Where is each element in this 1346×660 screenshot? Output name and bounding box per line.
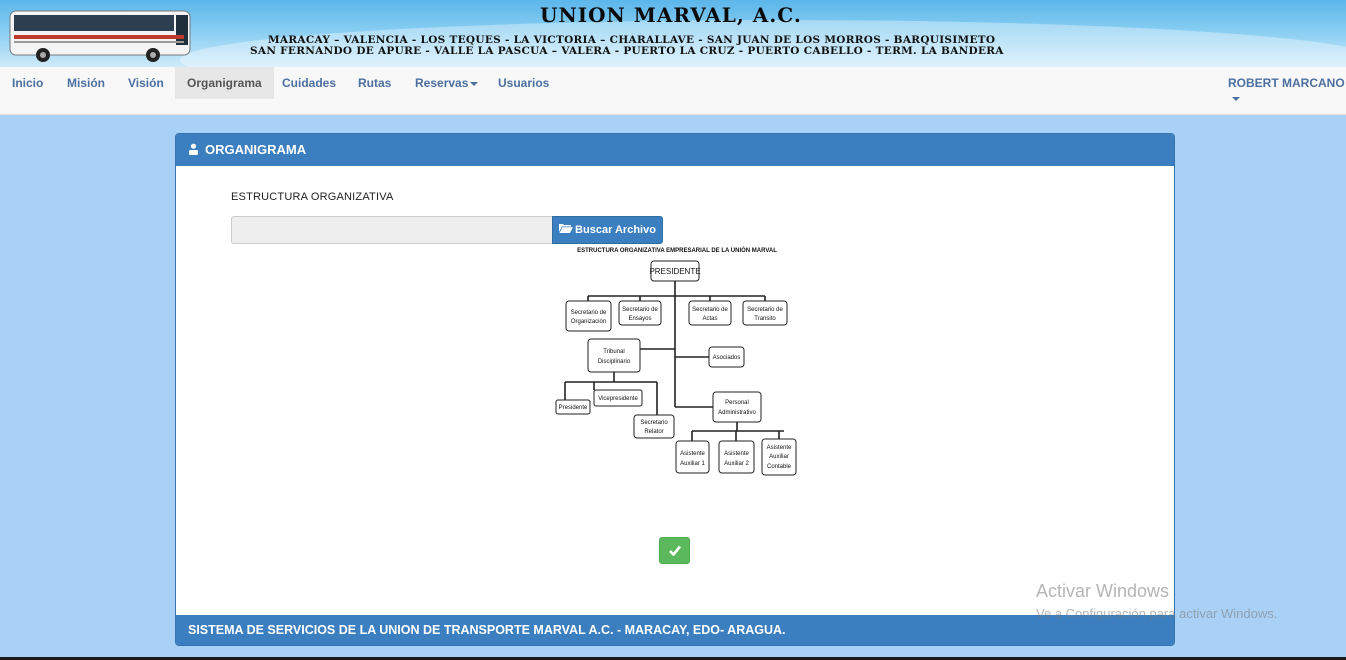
org-chart-image: ESTRUCTURA ORGANIZATIVA EMPRESARIAL DE L… bbox=[555, 246, 797, 476]
confirm-button[interactable] bbox=[659, 537, 690, 564]
browse-file-button[interactable]: Buscar Archivo bbox=[552, 216, 663, 244]
org-text: PRESIDENTE bbox=[649, 267, 700, 276]
caret-down-icon bbox=[470, 81, 479, 86]
org-text: Asociados bbox=[713, 355, 741, 361]
org-text: Presidente bbox=[559, 405, 588, 411]
org-text: Auxiliar 1 bbox=[680, 461, 705, 467]
org-text: Relator bbox=[644, 429, 663, 435]
banner-title: UNION MARVAL, A.C. bbox=[540, 3, 802, 27]
activation-watermark-title: Activar Windows bbox=[1036, 581, 1170, 601]
nav-cuidades[interactable]: Cuidades bbox=[270, 67, 348, 99]
organigrama-panel: ORGANIGRAMA ESTRUCTURA ORGANIZATIVA Busc… bbox=[175, 133, 1175, 646]
org-text: Secretario de bbox=[622, 307, 658, 313]
org-text: Secretario de bbox=[747, 307, 783, 313]
bus-logo bbox=[9, 10, 191, 62]
org-text: Secretario bbox=[640, 420, 668, 426]
nav-mision[interactable]: Misión bbox=[55, 67, 117, 99]
check-icon bbox=[669, 545, 681, 556]
org-text: Secretario de bbox=[692, 307, 728, 313]
nav-organigrama[interactable]: Organigrama bbox=[175, 67, 274, 99]
user-menu[interactable]: ROBERT MARCANO bbox=[1228, 67, 1345, 107]
section-label: ESTRUCTURA ORGANIZATIVA bbox=[231, 191, 394, 203]
header-banner: UNION MARVAL, A.C. MARACAY – VALENCIA - … bbox=[0, 0, 1346, 67]
activation-watermark-text: Ve a Configuración para activar Windows. bbox=[1036, 606, 1278, 621]
nav-reservas-label: Reservas bbox=[415, 76, 469, 90]
nav-usuarios[interactable]: Usuarios bbox=[486, 67, 561, 99]
org-box-secretario-organizacion bbox=[565, 300, 612, 332]
user-tie-icon bbox=[188, 135, 199, 167]
org-text: Auxiliar bbox=[769, 454, 789, 460]
org-text: Asistente bbox=[680, 451, 705, 457]
org-box-asistente-auxiliar-1 bbox=[675, 440, 710, 474]
browse-file-label: Buscar Archivo bbox=[575, 224, 656, 236]
org-box-asistente-auxiliar-2 bbox=[718, 440, 755, 474]
org-text: Transito bbox=[754, 316, 776, 322]
user-name: ROBERT MARCANO bbox=[1228, 76, 1345, 90]
org-text: Ensayos bbox=[628, 316, 651, 322]
panel-footer: SISTEMA DE SERVICIOS DE LA UNION DE TRAN… bbox=[176, 615, 1174, 645]
nav-reservas[interactable]: Reservas bbox=[403, 67, 490, 99]
org-text: Contable bbox=[767, 464, 792, 470]
org-text: Asistente bbox=[767, 445, 792, 451]
org-text: Administrativo bbox=[718, 410, 756, 416]
org-chart-title: ESTRUCTURA ORGANIZATIVA EMPRESARIAL DE L… bbox=[577, 246, 777, 254]
main-navbar: Inicio Misión Visión Organigrama Cuidade… bbox=[0, 67, 1346, 115]
folder-open-icon bbox=[559, 217, 574, 243]
org-text: Tribunal bbox=[603, 349, 624, 355]
nav-rutas[interactable]: Rutas bbox=[346, 67, 403, 99]
org-text: Asistente bbox=[724, 451, 749, 457]
nav-vision[interactable]: Visión bbox=[116, 67, 176, 99]
nav-inicio[interactable]: Inicio bbox=[0, 67, 55, 99]
org-text: Vicepresidente bbox=[598, 396, 638, 402]
org-text: Personal bbox=[725, 400, 749, 406]
caret-down-icon bbox=[1232, 97, 1240, 101]
panel-header: ORGANIGRAMA bbox=[176, 134, 1174, 166]
panel-title: ORGANIGRAMA bbox=[205, 142, 307, 157]
file-path-input[interactable] bbox=[231, 216, 553, 244]
banner-routes-line-2: SAN FERNANDO DE APURE - VALLE LA PASCUA … bbox=[250, 45, 1004, 57]
org-box-tribunal-disciplinario bbox=[587, 338, 641, 373]
org-text: Actas bbox=[702, 316, 717, 322]
org-text: Disciplinario bbox=[598, 359, 631, 365]
org-text: Auxiliar 2 bbox=[724, 461, 749, 467]
org-text: Organización bbox=[571, 319, 606, 325]
org-box-personal-administrativo bbox=[712, 391, 762, 423]
org-text: Secretario de bbox=[571, 310, 607, 316]
